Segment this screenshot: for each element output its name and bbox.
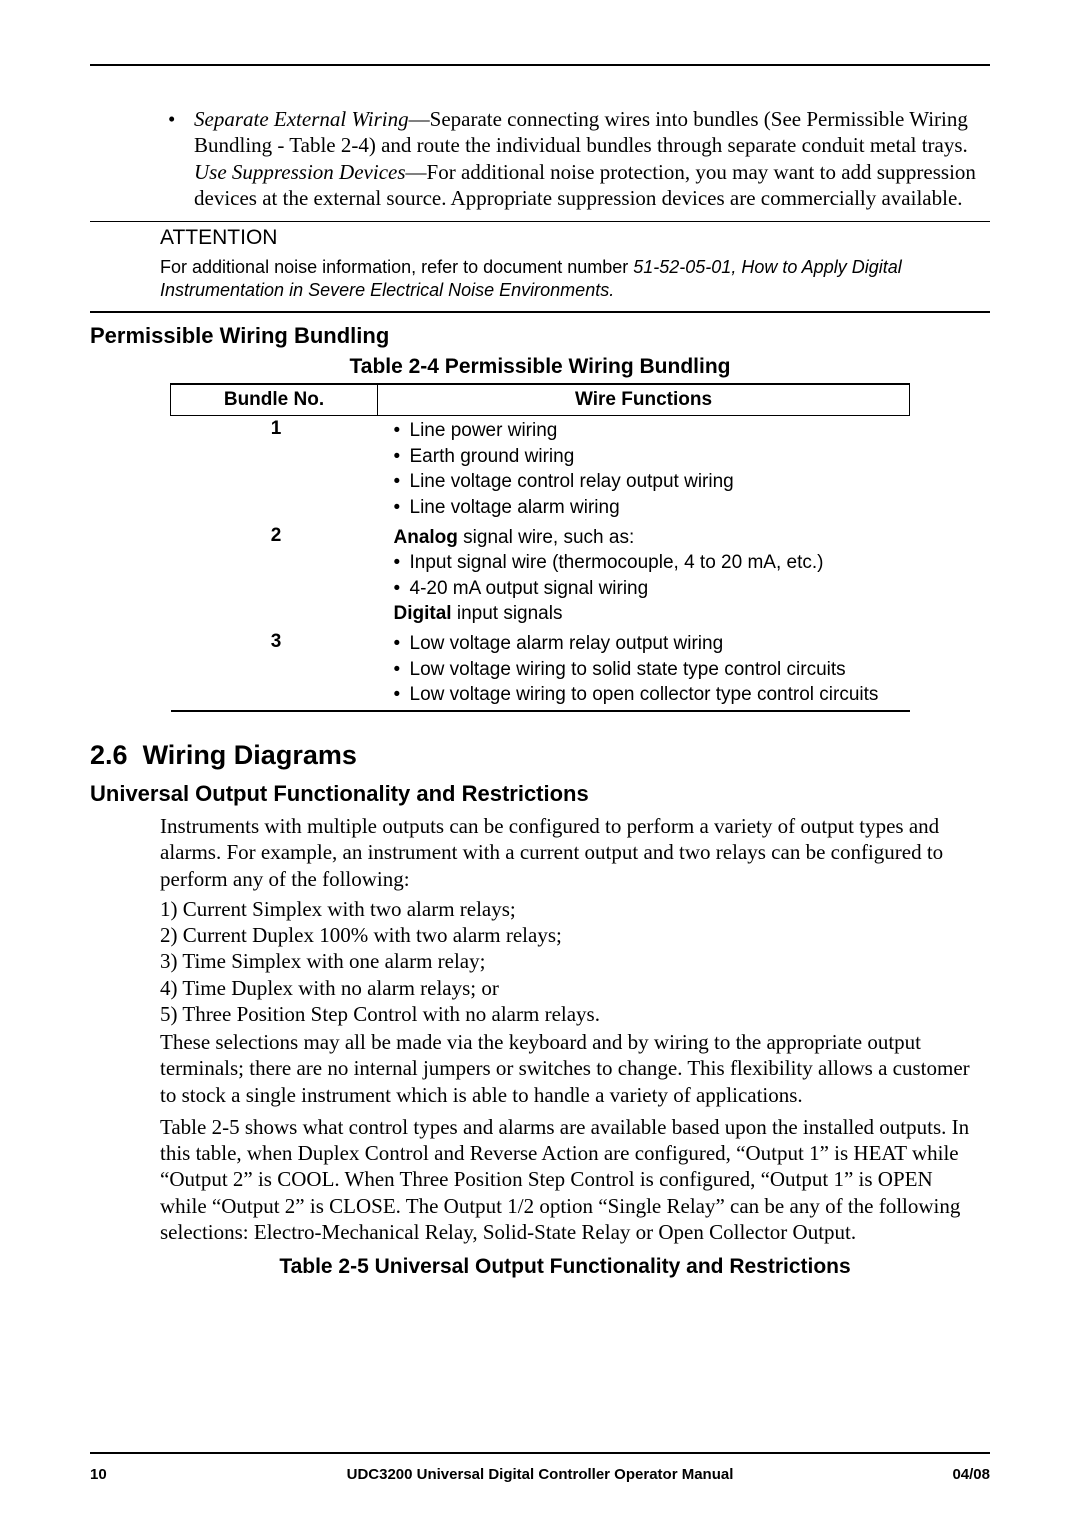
numbered-item: 2) Current Duplex 100% with two alarm re… — [160, 922, 990, 948]
list-item: Line voltage alarm wiring — [390, 495, 902, 521]
col-header-functions: Wire Functions — [378, 384, 910, 416]
bundle-number: 2 — [171, 523, 378, 630]
table-2-5-caption: Table 2-5 Universal Output Functionality… — [160, 1255, 970, 1279]
list-item: Low voltage wiring to open collector typ… — [390, 682, 902, 708]
subheading-universal: Universal Output Functionality and Restr… — [90, 781, 990, 807]
col-header-bundle: Bundle No. — [171, 384, 378, 416]
paragraph: Table 2-5 shows what control types and a… — [160, 1114, 970, 1245]
page-footer: 10 UDC3200 Universal Digital Controller … — [90, 1452, 990, 1483]
footer-date: 04/08 — [930, 1466, 990, 1483]
bundle-functions-list: Line power wiring Earth ground wiring Li… — [390, 418, 902, 521]
document-page: • Separate External Wiring—Separate conn… — [0, 0, 1080, 1527]
list-item: Earth ground wiring — [390, 444, 902, 470]
bundle-outro: Digital input signals — [390, 601, 902, 627]
numbered-item: 4) Time Duplex with no alarm relays; or — [160, 975, 990, 1001]
table-row: 2 Analog signal wire, such as: Input sig… — [171, 523, 910, 630]
bundle-functions-list: Low voltage alarm relay output wiring Lo… — [390, 631, 902, 708]
bundle-functions-list: Input signal wire (thermocouple, 4 to 20… — [390, 550, 902, 601]
numbered-item: 1) Current Simplex with two alarm relays… — [160, 896, 990, 922]
table-row: 3 Low voltage alarm relay output wiring … — [171, 629, 910, 711]
numbered-item: 3) Time Simplex with one alarm relay; — [160, 948, 990, 974]
table-2-4: Bundle No. Wire Functions 1 Line power w… — [170, 383, 910, 712]
plain-text: input signals — [452, 603, 563, 624]
footer-rule — [90, 1452, 990, 1454]
attention-top-rule — [90, 221, 990, 222]
bullet-label-2: Use Suppression Devices — [194, 160, 406, 184]
bullet-icon: • — [168, 106, 194, 211]
bundle-number: 3 — [171, 629, 378, 711]
table-header-row: Bundle No. Wire Functions — [171, 384, 910, 416]
header-rule — [90, 64, 990, 66]
footer-title: UDC3200 Universal Digital Controller Ope… — [150, 1466, 930, 1483]
bold-text: Digital — [394, 603, 452, 624]
section-number: 2.6 — [90, 740, 128, 770]
list-item: Low voltage wiring to solid state type c… — [390, 657, 902, 683]
list-item: Line power wiring — [390, 418, 902, 444]
table-2-4-caption: Table 2-4 Permissible Wiring Bundling — [90, 355, 990, 379]
list-item: Low voltage alarm relay output wiring — [390, 631, 902, 657]
bullet-label: Separate External Wiring — [194, 107, 409, 131]
bundle-number: 1 — [171, 416, 378, 523]
paragraph: Instruments with multiple outputs can be… — [160, 813, 970, 892]
section-title: Wiring Diagrams — [143, 740, 357, 770]
subheading-permissible: Permissible Wiring Bundling — [90, 323, 990, 349]
list-item: Input signal wire (thermocouple, 4 to 20… — [390, 550, 902, 576]
bundle-intro: Analog signal wire, such as: — [390, 525, 902, 551]
section-heading-2-6: 2.6 Wiring Diagrams — [90, 740, 990, 771]
table-row: 1 Line power wiring Earth ground wiring … — [171, 416, 910, 523]
numbered-item: 5) Three Position Step Control with no a… — [160, 1001, 990, 1027]
paragraph: These selections may all be made via the… — [160, 1029, 970, 1108]
attention-heading: ATTENTION — [160, 226, 990, 250]
page-number: 10 — [90, 1466, 150, 1483]
bold-text: Analog — [394, 527, 458, 548]
attention-text: For additional noise information, refer … — [160, 256, 950, 301]
plain-text: signal wire, such as: — [458, 527, 634, 548]
bullet-separate-wiring: • Separate External Wiring—Separate conn… — [168, 106, 980, 211]
attention-prefix: For additional noise information, refer … — [160, 257, 633, 277]
attention-bottom-rule — [90, 311, 990, 313]
list-item: 4-20 mA output signal wiring — [390, 576, 902, 602]
list-item: Line voltage control relay output wiring — [390, 469, 902, 495]
